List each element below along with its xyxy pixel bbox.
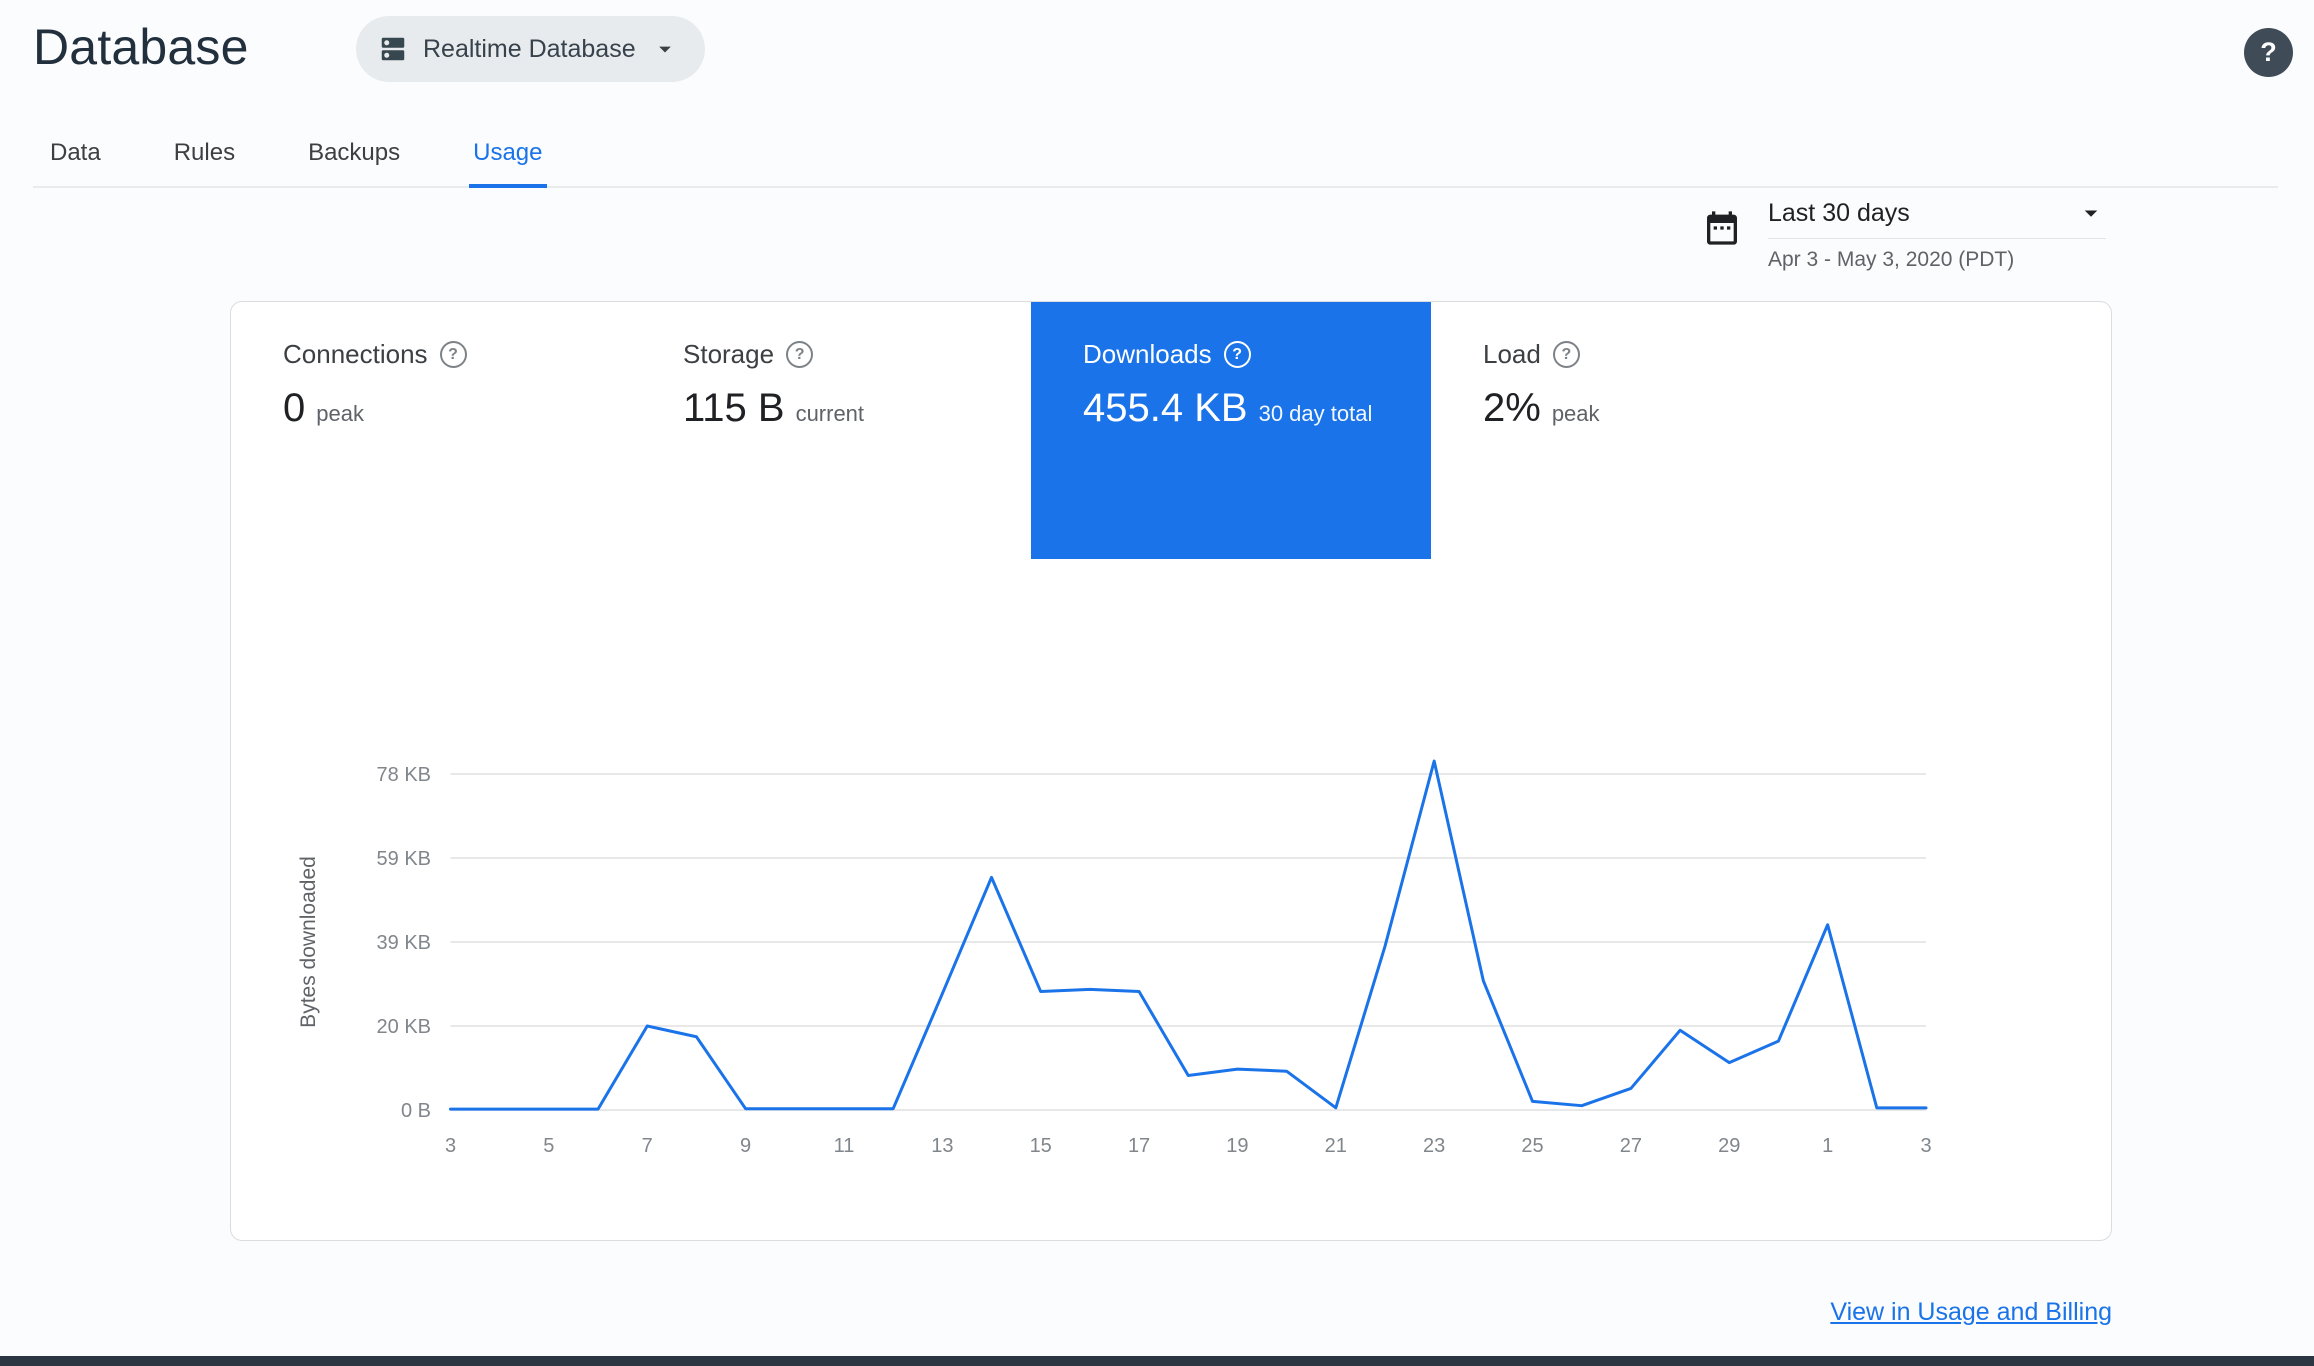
usage-chart: 78 KB59 KB39 KB20 KB0 B3 5 7 9 11 13 15 17 19 21 2…	[297, 759, 1932, 1157]
svg-text:11: 11	[834, 1135, 855, 1157]
chevron-down-icon	[651, 35, 679, 63]
database-icon	[378, 34, 408, 64]
metric-tile-connections[interactable]: Connections ? 0 peak	[231, 302, 631, 559]
page-title: Database	[33, 19, 249, 75]
footer-bar	[0, 1356, 2314, 1366]
usage-card: Connections ? 0 peak Storage ? 115 B cur…	[230, 301, 2112, 1241]
help-button[interactable]: ?	[2244, 28, 2293, 77]
metric-tile-load[interactable]: Load ? 2% peak	[1431, 302, 1831, 559]
svg-text:9: 9	[740, 1135, 751, 1157]
metric-suffix: 30 day total	[1258, 401, 1373, 426]
svg-text:78 KB: 78 KB	[377, 764, 431, 786]
svg-text:19: 19	[1226, 1135, 1248, 1157]
metric-suffix: peak	[316, 401, 364, 426]
metric-value: 455.4 KB	[1083, 386, 1248, 430]
database-selector[interactable]: Realtime Database	[356, 16, 705, 82]
svg-text:15: 15	[1030, 1135, 1052, 1157]
help-icon[interactable]: ?	[1223, 341, 1251, 368]
metric-label: Downloads	[1083, 339, 1212, 369]
metric-value: 115 B	[683, 386, 785, 430]
help-icon: ?	[2260, 37, 2277, 67]
svg-text:Bytes downloaded: Bytes downloaded	[297, 856, 320, 1028]
svg-text:59 KB: 59 KB	[377, 848, 431, 870]
svg-text:39 KB: 39 KB	[377, 932, 431, 954]
svg-text:20 KB: 20 KB	[377, 1016, 431, 1038]
calendar-icon	[1702, 208, 1742, 248]
metric-value: 2%	[1483, 386, 1541, 430]
metric-label: Storage	[683, 339, 775, 369]
help-icon[interactable]: ?	[1552, 341, 1580, 368]
metric-tiles: Connections ? 0 peak Storage ? 115 B cur…	[231, 302, 2111, 559]
svg-text:1: 1	[1822, 1135, 1833, 1157]
tab-rules[interactable]: Rules	[170, 139, 239, 188]
svg-text:25: 25	[1521, 1135, 1543, 1157]
svg-text:7: 7	[642, 1135, 653, 1157]
metric-tile-downloads[interactable]: Downloads ? 455.4 KB 30 day total	[1031, 302, 1431, 559]
svg-text:13: 13	[931, 1135, 953, 1157]
help-icon[interactable]: ?	[439, 341, 467, 368]
date-range-detail: Apr 3 - May 3, 2020 (PDT)	[1768, 248, 2015, 271]
chevron-down-icon	[2076, 198, 2106, 228]
view-usage-billing-link[interactable]: View in Usage and Billing	[1830, 1298, 2112, 1327]
metric-suffix: current	[795, 401, 865, 426]
tab-usage[interactable]: Usage	[469, 139, 547, 188]
tab-bar: Data Rules Backups Usage	[33, 131, 2278, 188]
svg-text:17: 17	[1128, 1135, 1150, 1157]
page: Database Realtime Database ? Data Rules …	[0, 0, 2314, 1366]
svg-text:27: 27	[1620, 1135, 1642, 1157]
tab-data[interactable]: Data	[46, 139, 105, 188]
svg-text:21: 21	[1325, 1135, 1347, 1157]
svg-text:3: 3	[1920, 1135, 1931, 1157]
database-selector-label: Realtime Database	[423, 34, 636, 63]
svg-text:3: 3	[445, 1135, 456, 1157]
metric-value: 0	[283, 386, 306, 430]
metric-label: Connections	[283, 339, 428, 369]
date-range-selector[interactable]: Last 30 days Apr 3 - May 3, 2020 (PDT)	[1702, 198, 2106, 272]
tab-backups[interactable]: Backups	[304, 139, 404, 188]
svg-text:23: 23	[1423, 1135, 1445, 1157]
svg-text:0 B: 0 B	[401, 1100, 431, 1122]
help-icon[interactable]: ?	[786, 341, 814, 368]
metric-label: Load	[1483, 339, 1541, 369]
svg-text:5: 5	[543, 1135, 554, 1157]
svg-text:29: 29	[1718, 1135, 1740, 1157]
metric-suffix: peak	[1551, 401, 1600, 426]
metric-tile-storage[interactable]: Storage ? 115 B current	[631, 302, 1031, 559]
date-range-label: Last 30 days	[1768, 198, 1910, 227]
